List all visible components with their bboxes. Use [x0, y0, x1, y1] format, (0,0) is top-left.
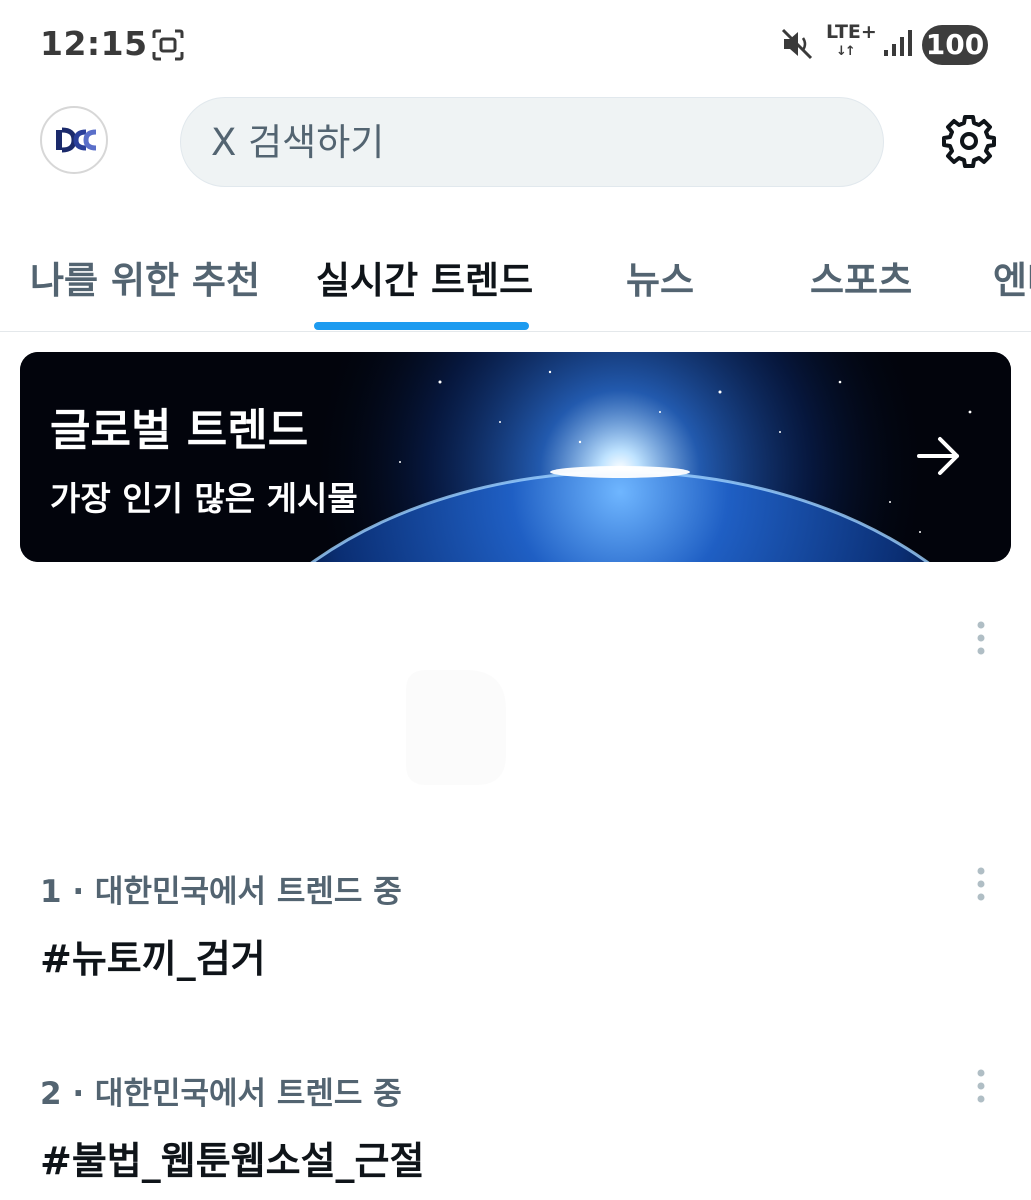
data-arrows-icon: ↓↑ [836, 44, 856, 59]
mute-icon [781, 28, 813, 60]
avatar[interactable] [40, 106, 108, 174]
tab-trending[interactable]: 실시간 트렌드 [316, 250, 533, 304]
status-bar: 12:15 LTE+ ↓↑ 100 [0, 0, 1031, 90]
tab-bar: 나를 위한 추천 실시간 트렌드 뉴스 스포츠 엔터 [0, 220, 1031, 332]
tab-for-you[interactable]: 나를 위한 추천 [30, 250, 260, 304]
trend-name[interactable]: #불법_웹툰웹소설_근절 [40, 1130, 424, 1185]
status-time: 12:15 [40, 24, 148, 63]
more-options-icon[interactable] [975, 1068, 987, 1104]
tab-entertainment[interactable]: 엔터 [993, 250, 1031, 304]
banner-subtitle: 가장 인기 많은 게시물 [50, 479, 358, 518]
profile-logo-icon [56, 127, 97, 153]
placeholder-image [406, 670, 506, 785]
tab-sports[interactable]: 스포츠 [810, 250, 912, 304]
screenshot-icon [152, 29, 184, 61]
more-options-icon[interactable] [975, 866, 987, 902]
active-tab-indicator [314, 322, 529, 330]
signal-icon [884, 30, 912, 56]
global-trends-banner[interactable]: 글로벌 트렌드 가장 인기 많은 게시물 [20, 352, 1011, 562]
trend-meta: 1 · 대한민국에서 트렌드 중 [40, 874, 402, 910]
more-options-icon[interactable] [975, 620, 987, 656]
search-placeholder: X 검색하기 [211, 121, 385, 164]
banner-title: 글로벌 트렌드 [50, 405, 309, 456]
arrow-right-icon[interactable] [916, 436, 962, 476]
battery-indicator: 100 [922, 25, 988, 65]
trend-meta: 2 · 대한민국에서 트렌드 중 [40, 1076, 402, 1112]
gear-icon[interactable] [941, 113, 997, 169]
trend-name[interactable]: #뉴토끼_검거 [40, 928, 266, 983]
network-indicator: LTE+ ↓↑ [826, 21, 877, 62]
search-input[interactable]: X 검색하기 [180, 97, 884, 187]
tab-news[interactable]: 뉴스 [626, 250, 694, 304]
network-type: LTE+ [826, 21, 877, 43]
